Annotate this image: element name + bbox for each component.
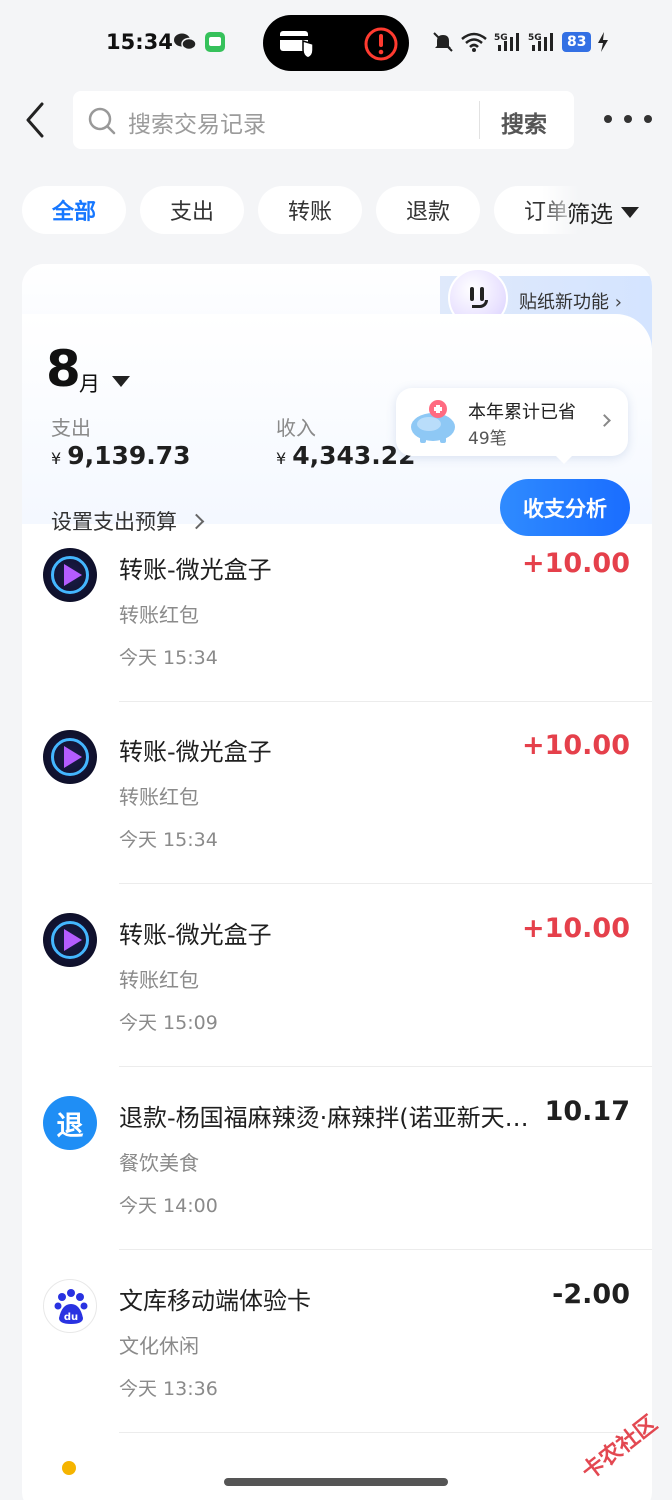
savings-count: 49笔 [468,429,507,449]
dot-icon [624,115,632,123]
signal-5g-icon: 5G [528,33,553,51]
summary-panel: 8 月 支出 ¥9,139.73 收入 ¥4,343.22 设置支出预算 收支分… [22,314,652,536]
svg-text:du: du [64,1312,78,1323]
video-box-icon [43,730,97,784]
savings-tooltip[interactable]: 本年累计已省 49笔 [396,388,628,464]
merchant-icon [62,1461,76,1475]
transactions-card: 贴纸新功能 › 8 月 支出 ¥9,139.73 收入 ¥4,343.22 设置… [22,264,652,1500]
transaction-title: 转账-微光盒子 [119,556,272,584]
transaction-row[interactable]: 退 退款-杨国福麻辣烫·麻辣拌(诺亚新天… 餐饮美食 今天 14:00 10.1… [22,1068,652,1250]
tab-all[interactable]: 全部 [22,186,126,234]
search-icon [88,107,116,135]
tab-refund[interactable]: 退款 [376,186,480,234]
transaction-title: 退款-杨国福麻辣烫·麻辣拌(诺亚新天… [119,1104,529,1132]
dot-icon [644,115,652,123]
message-icon [205,32,225,52]
svg-text:卡农社区: 卡农社区 [577,1410,662,1480]
row-divider [119,883,652,884]
transaction-title: 转账-微光盒子 [119,738,272,766]
video-box-icon [43,548,97,602]
month-number[interactable]: 8 [46,340,81,398]
video-box-icon [43,913,97,967]
filter-label: 筛选 [567,202,613,228]
transaction-time: 今天 13:36 [119,1378,218,1400]
mute-icon [433,32,453,52]
piggy-bank-icon [411,400,455,443]
savings-title: 本年累计已省 [468,402,576,423]
monthly-summary: 贴纸新功能 › 8 月 支出 ¥9,139.73 收入 ¥4,343.22 设置… [22,264,652,536]
refund-icon: 退 [43,1096,97,1150]
transaction-amount: +10.00 [521,913,630,944]
status-icons: 5G 5G 83 [432,29,609,55]
row-divider [119,1249,652,1250]
transaction-amount: -2.00 [552,1279,630,1310]
chevron-right-icon [598,414,611,427]
transaction-time: 今天 15:34 [119,829,218,851]
more-options-button[interactable] [604,108,652,130]
expense-label: 支出 [51,416,91,440]
filter-tabs: 全部 支出 转账 退款 订单 筛选 [22,186,672,234]
dropdown-triangle-icon [621,206,639,218]
watermark-logo: 卡农社区 [577,1410,662,1480]
transaction-category: 转账红包 [119,603,199,627]
transaction-row[interactable]: 转账-微光盒子 转账红包 今天 15:34 +10.00 [22,520,652,702]
wifi-icon [461,32,487,52]
tab-transfer[interactable]: 转账 [258,186,362,234]
transaction-amount: 10.17 [544,1096,630,1127]
signal-5g-icon: 5G [494,33,519,51]
transaction-title: 文库移动端体验卡 [119,1287,311,1315]
tab-expense[interactable]: 支出 [140,186,244,234]
transaction-title: 转账-微光盒子 [119,921,272,949]
alert-icon [364,27,398,61]
month-dropdown-icon[interactable] [112,376,130,387]
transaction-row[interactable]: 转账-微光盒子 转账红包 今天 15:09 +10.00 [22,885,652,1067]
status-time: 15:34 [106,30,173,54]
search-divider [479,101,480,139]
wechat-icon [174,33,197,51]
home-indicator[interactable] [224,1478,448,1486]
search-button[interactable]: 搜索 [501,105,547,139]
search-input[interactable]: 搜索交易记录 搜索 [73,91,574,149]
transaction-amount: +10.00 [521,730,630,761]
battery-level: 83 [562,32,592,52]
income-total: ¥4,343.22 [276,441,416,470]
back-button[interactable] [18,100,54,140]
transaction-time: 今天 14:00 [119,1195,218,1217]
transaction-category: 转账红包 [119,968,199,992]
filter-button[interactable]: 筛选 [567,195,639,229]
income-label: 收入 [276,416,316,440]
card-shield-icon [280,31,314,59]
month-unit[interactable]: 月 [79,368,100,398]
transaction-row[interactable]: 转账-微光盒子 转账红包 今天 15:34 +10.00 [22,702,652,884]
sticker-feature-label[interactable]: 贴纸新功能 › [519,288,622,314]
expense-total: ¥9,139.73 [51,441,191,470]
dynamic-island [263,15,409,71]
transaction-category: 转账红包 [119,785,199,809]
dot-icon [604,115,612,123]
header: 搜索交易记录 搜索 [0,90,672,150]
transaction-amount: +10.00 [521,548,630,579]
row-divider [119,1066,652,1067]
transaction-category: 餐饮美食 [119,1151,199,1175]
transaction-row-partial[interactable] [22,1429,652,1475]
transaction-row[interactable]: du 文库移动端体验卡 文化休闲 今天 13:36 -2.00 [22,1251,652,1433]
transaction-time: 今天 15:09 [119,1012,218,1034]
transaction-time: 今天 15:34 [119,647,218,669]
baidu-icon: du [43,1279,97,1333]
search-placeholder: 搜索交易记录 [128,112,266,138]
transaction-category: 文化休闲 [119,1334,199,1358]
status-bar: 15:34 5G 5G 83 [0,0,672,86]
charging-icon [598,32,609,52]
